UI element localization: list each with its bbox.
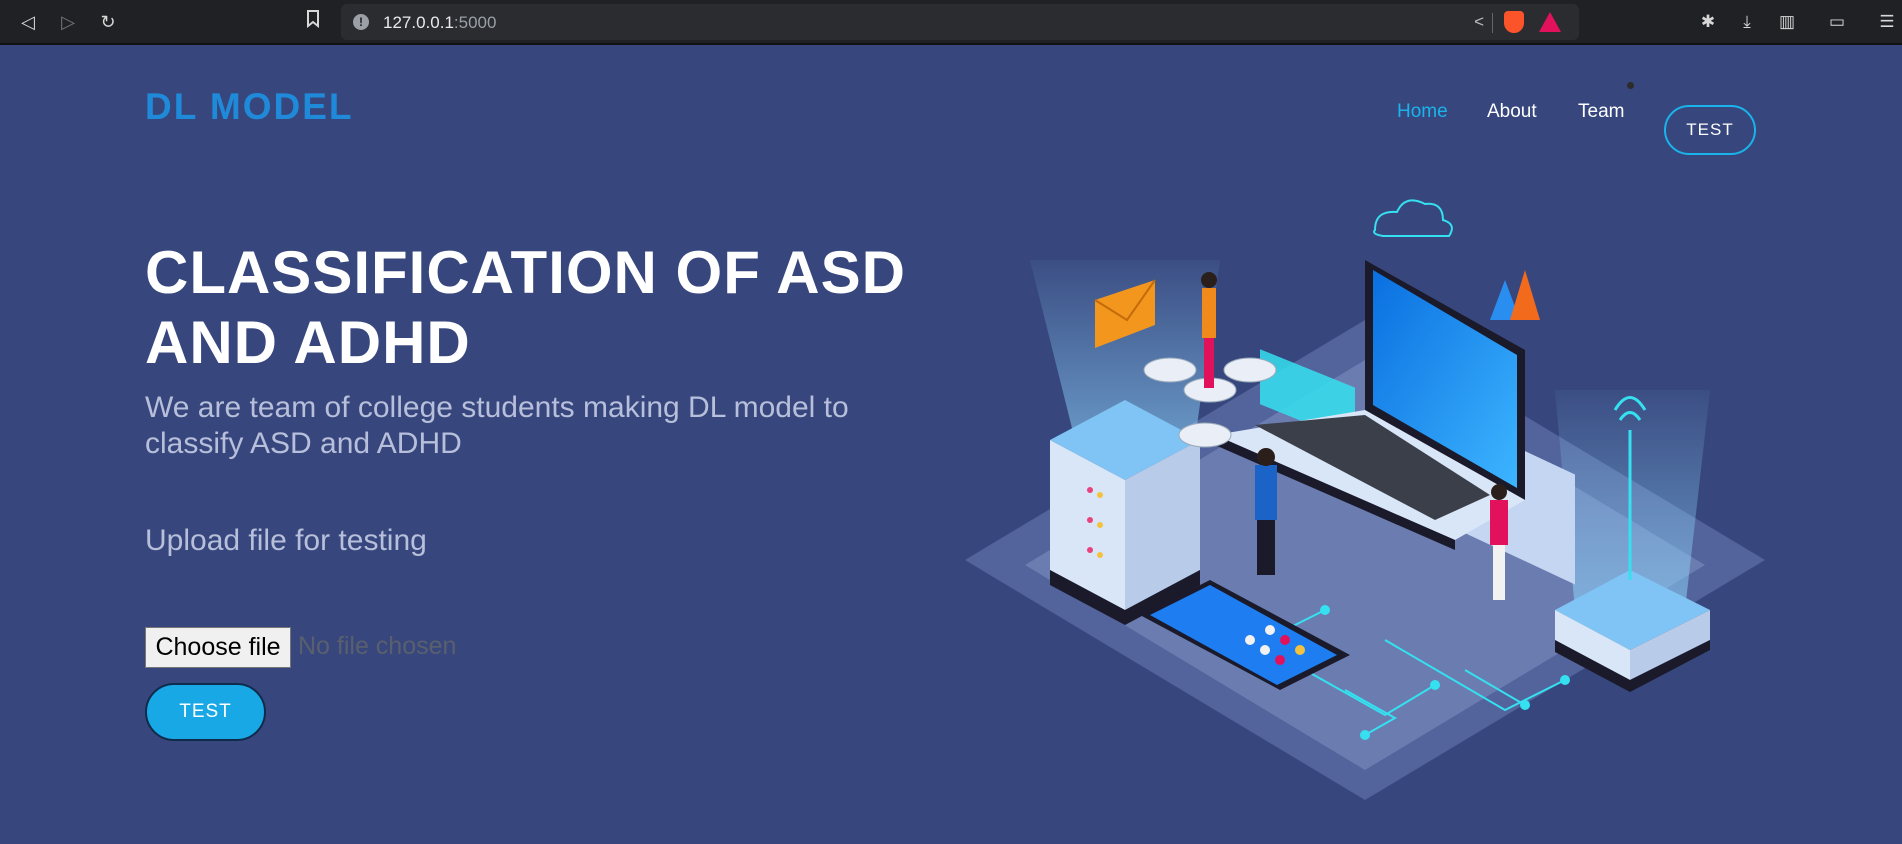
download-icon[interactable]: ⤓ [1736, 11, 1758, 33]
browser-toolbar: ◁ ▷ ↻ ! 127.0.0.1:5000 < ✱ ⤓ ▥ ▭ ☰ [0, 0, 1902, 45]
decorative-dot [1627, 82, 1634, 89]
sidebar-icon[interactable]: ▥ [1776, 11, 1798, 33]
test-submit-button[interactable]: TEST [145, 683, 266, 741]
reload-icon[interactable]: ↻ [96, 10, 120, 34]
server-rack-left [1050, 400, 1200, 625]
person-man [1255, 448, 1277, 575]
nav-about[interactable]: About [1487, 101, 1537, 123]
extensions-icon[interactable]: ✱ [1697, 11, 1719, 33]
back-icon[interactable]: ◁ [16, 10, 40, 34]
nav-test-button[interactable]: TEST [1664, 105, 1756, 155]
page-title: CLASSIFICATION OF ASD AND ADHD [145, 239, 906, 376]
nav-team[interactable]: Team [1578, 101, 1624, 123]
file-status-text: No file chosen [298, 632, 457, 660]
upload-label: Upload file for testing [145, 524, 427, 557]
page-subtitle: We are team of college students making D… [145, 391, 849, 460]
hero-illustration [965, 199, 1765, 800]
nav-home[interactable]: Home [1397, 101, 1448, 123]
share-icon[interactable]: < [1474, 12, 1484, 32]
site-info-icon[interactable]: ! [353, 14, 369, 30]
wallet-icon[interactable]: ▭ [1826, 11, 1848, 33]
cloud-icon [1373, 199, 1453, 237]
bookmark-icon[interactable] [301, 10, 325, 34]
divider [1492, 13, 1493, 33]
forward-icon[interactable]: ▷ [56, 10, 80, 34]
url-text: 127.0.0.1:5000 [383, 13, 497, 32]
choose-file-button[interactable]: Choose file [145, 627, 291, 668]
site-logo[interactable]: DL MODEL [145, 86, 354, 128]
brave-rewards-icon[interactable] [1539, 12, 1561, 32]
brave-shields-icon[interactable] [1504, 11, 1524, 33]
menu-icon[interactable]: ☰ [1876, 11, 1898, 33]
address-bar[interactable]: ! 127.0.0.1:5000 < [341, 4, 1579, 40]
